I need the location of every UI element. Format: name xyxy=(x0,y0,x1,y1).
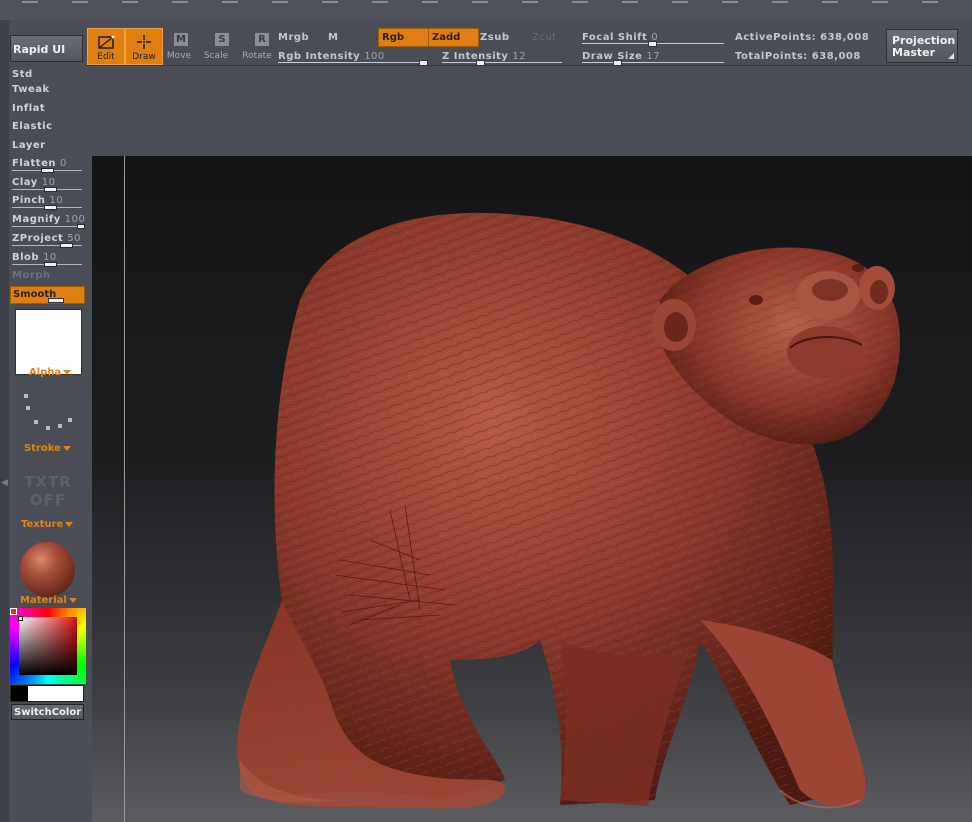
draw-button[interactable]: Draw xyxy=(125,28,163,65)
rotate-button[interactable]: R Rotate xyxy=(240,30,274,63)
edit-button[interactable]: Edit xyxy=(87,28,125,65)
canvas-guide-line xyxy=(124,156,125,822)
magnify-slider[interactable] xyxy=(12,226,82,227)
brush-morph[interactable]: Morph xyxy=(12,270,51,281)
brush-inflat[interactable]: Inflat xyxy=(12,103,45,114)
color-square-cursor-icon xyxy=(18,616,23,621)
texture-menu[interactable]: Texture xyxy=(21,519,74,530)
brush-magnify[interactable]: Magnify 100 xyxy=(12,214,85,225)
z-intensity-value: 12 xyxy=(512,51,527,62)
rgb-intensity-slider[interactable]: Rgb Intensity 100 xyxy=(278,51,385,62)
dropdown-arrow-icon xyxy=(62,445,71,451)
material-sphere[interactable] xyxy=(20,542,75,597)
material-menu[interactable]: Material xyxy=(20,595,77,606)
rgb-intensity-value: 100 xyxy=(364,51,385,62)
pinch-knob[interactable] xyxy=(44,205,57,210)
rgb-intensity-knob[interactable] xyxy=(419,60,428,66)
m-button[interactable]: M xyxy=(328,32,338,43)
draw-icon xyxy=(137,35,151,49)
color-picker[interactable] xyxy=(10,608,86,684)
color-cursor-icon xyxy=(10,608,17,615)
shelf-area xyxy=(86,66,972,156)
brush-std[interactable]: Std xyxy=(12,69,33,80)
left-tray-gutter[interactable] xyxy=(0,20,9,822)
dropdown-arrow-icon xyxy=(63,369,72,375)
total-points: TotalPoints: 638,008 xyxy=(735,51,861,62)
top-strip xyxy=(0,0,972,20)
switch-color-button[interactable]: SwitchColor xyxy=(11,704,84,720)
focal-shift-knob[interactable] xyxy=(648,41,657,47)
focal-shift-slider[interactable]: Focal Shift 0 xyxy=(582,32,658,43)
smooth-knob[interactable] xyxy=(48,298,64,303)
z-intensity-track[interactable] xyxy=(442,62,562,63)
z-intensity-knob[interactable] xyxy=(476,60,485,66)
bear-sculpt xyxy=(237,212,900,809)
zsub-button[interactable]: Zsub xyxy=(480,32,509,43)
flatten-knob[interactable] xyxy=(41,168,54,173)
primary-color-swatch[interactable] xyxy=(11,686,28,701)
draw-size-track[interactable] xyxy=(582,62,724,63)
zadd-button[interactable]: Zadd xyxy=(428,28,479,47)
focal-shift-label: Focal Shift xyxy=(582,32,648,43)
draw-size-knob[interactable] xyxy=(613,60,622,66)
scale-icon: S xyxy=(215,33,229,46)
rgb-button[interactable]: Rgb xyxy=(378,28,429,47)
rotate-icon: R xyxy=(255,33,269,46)
active-points: ActivePoints: 638,008 xyxy=(735,32,870,43)
rapid-ui-button[interactable]: Rapid UI xyxy=(10,35,83,62)
magnify-knob[interactable] xyxy=(77,224,85,229)
brush-flatten[interactable]: Flatten 0 xyxy=(12,158,67,169)
edit-icon xyxy=(98,35,115,49)
stroke-preview[interactable] xyxy=(20,394,76,434)
blob-knob[interactable] xyxy=(44,262,57,267)
clay-knob[interactable] xyxy=(44,187,57,192)
mrgb-button[interactable]: Mrgb xyxy=(278,32,309,43)
document-canvas[interactable] xyxy=(92,156,972,822)
scale-button[interactable]: S Scale xyxy=(201,30,231,63)
corner-arrow-icon xyxy=(948,53,954,59)
dropdown-arrow-icon xyxy=(65,521,74,527)
stroke-menu[interactable]: Stroke xyxy=(24,443,71,454)
move-button[interactable]: M Move xyxy=(164,30,194,63)
brush-tweak[interactable]: Tweak xyxy=(12,84,50,95)
alpha-swatch[interactable] xyxy=(15,309,82,375)
texture-off-indicator[interactable]: TXTR OFF xyxy=(18,473,78,509)
color-picker-square[interactable] xyxy=(19,617,77,675)
alpha-menu[interactable]: Alpha xyxy=(29,367,72,378)
rgb-intensity-track[interactable] xyxy=(278,62,426,63)
zproject-knob[interactable] xyxy=(60,243,73,248)
move-icon: M xyxy=(174,33,188,46)
rapid-ui-label: Rapid UI xyxy=(13,43,66,56)
zcut-button[interactable]: Zcut xyxy=(532,32,557,43)
secondary-color-swatch[interactable] xyxy=(10,685,84,702)
rgb-intensity-label: Rgb Intensity xyxy=(278,51,361,62)
brush-layer[interactable]: Layer xyxy=(12,140,46,151)
dropdown-arrow-icon xyxy=(68,597,77,603)
draw-size-value: 17 xyxy=(646,51,661,62)
brush-elastic[interactable]: Elastic xyxy=(12,121,53,132)
brush-smooth[interactable]: Smooth xyxy=(10,286,85,304)
projection-master-button[interactable]: Projection Master xyxy=(886,29,958,63)
tray-collapse-icon[interactable]: ◀ xyxy=(1,476,8,490)
